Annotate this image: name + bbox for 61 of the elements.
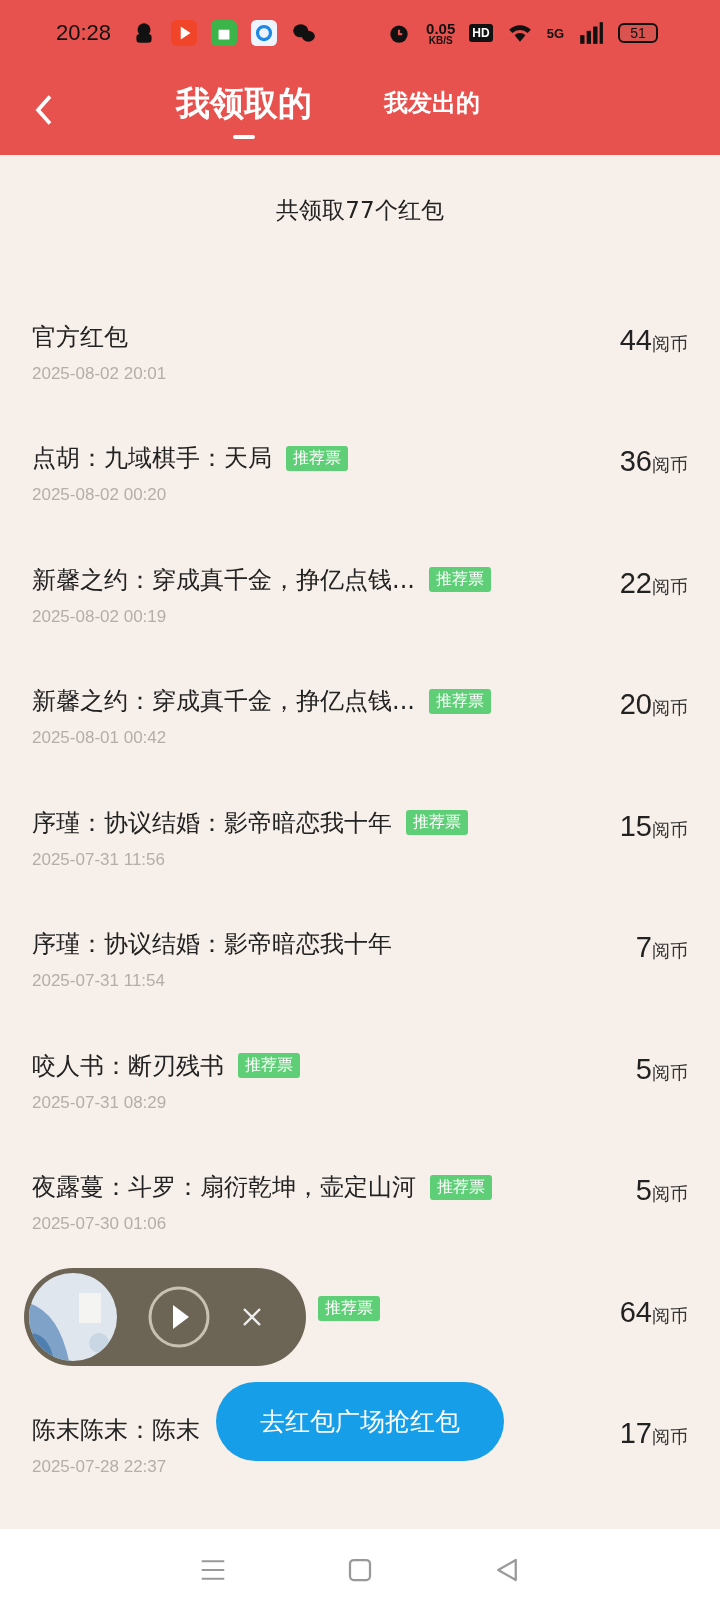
amount: 44 [619, 323, 652, 357]
record-title: 官方红包 [32, 321, 128, 353]
amount-unit: 阅币 [652, 1425, 688, 1450]
record-date: 2025-07-31 08:29 [32, 1092, 168, 1114]
amount: 5 [635, 1174, 652, 1208]
recommend-tag: 推荐票 [406, 810, 468, 836]
speed-unit: KB/S [428, 35, 453, 46]
amount-unit: 阅币 [652, 453, 688, 478]
amount: 64 [619, 1295, 652, 1329]
tab[interactable]: 我领取的 [176, 81, 312, 140]
record-date: 2025-07-30 01:06 [32, 1214, 168, 1236]
record-title: 咬人书：断刃残书 [32, 1050, 224, 1082]
summary-text: 共领取77个红包 [276, 196, 444, 223]
tab[interactable]: 我发出的 [384, 87, 480, 133]
record-title: 夜露蔓：斗罗：扇衍乾坤，壶定山河 [32, 1172, 416, 1204]
network-type: 5G [546, 26, 564, 40]
amount-unit: 阅币 [652, 574, 688, 599]
amount: 17 [619, 1417, 652, 1451]
record-title: 新馨之约：穿成真千金，挣亿点钱... [32, 686, 415, 718]
battery-indicator: 51 [618, 23, 658, 43]
amount: 36 [619, 445, 652, 479]
amount-unit: 阅币 [652, 1303, 688, 1328]
record-date: 2025-07-28 22:37 [32, 1457, 168, 1479]
play-button[interactable] [147, 1285, 211, 1349]
amount: 20 [619, 688, 652, 722]
amount-unit: 阅币 [652, 331, 688, 356]
recommend-tag: 推荐票 [428, 567, 491, 593]
record-date: 2025-07-31 11:54 [32, 971, 166, 993]
play-app-icon [171, 20, 198, 46]
store-app-icon [211, 20, 238, 46]
record-title: 点胡：九域棋手：天局 [32, 443, 272, 475]
record-title: 序瑾：协议结婚：影帝暗恋我十年 [32, 807, 392, 839]
record-date: 2025-08-02 00:19 [32, 606, 168, 628]
record-date: 2025-08-01 00:42 [32, 728, 168, 750]
amount-unit: 阅币 [652, 817, 688, 842]
hd-indicator: HD [469, 24, 493, 42]
record-title: 陈末陈末：陈末 [32, 1415, 200, 1447]
recommend-tag: 推荐票 [428, 688, 491, 714]
status-time: 20:28 [56, 20, 112, 46]
record-date: 2025-07-31 11:56 [32, 849, 166, 871]
amount: 15 [619, 809, 652, 843]
grab-packets-button[interactable]: 去红包广场抢红包 [216, 1382, 504, 1461]
amount: 7 [635, 931, 652, 965]
amount-unit: 阅币 [652, 696, 688, 721]
amount: 22 [619, 566, 652, 600]
record-title: 新馨之约：穿成真千金，挣亿点钱... [32, 564, 415, 596]
record-title: 序瑾：协议结婚：影帝暗恋我十年 [32, 929, 392, 961]
recommend-tag: 推荐票 [318, 1296, 380, 1322]
network-speed: 0.05 [426, 20, 456, 36]
recommend-tag: 推荐票 [238, 1053, 300, 1079]
recommend-tag: 推荐票 [430, 1174, 492, 1200]
amount-unit: 阅币 [652, 939, 688, 964]
amount: 5 [635, 1052, 652, 1086]
amount-unit: 阅币 [652, 1060, 688, 1085]
browser-app-icon [251, 20, 278, 46]
recommend-tag: 推荐票 [286, 445, 348, 471]
record-date: 2025-08-02 20:01 [32, 363, 167, 385]
record-date: 2025-08-02 00:20 [32, 485, 168, 507]
amount-unit: 阅币 [652, 1182, 688, 1207]
signal-icon [578, 20, 604, 46]
close-icon[interactable] [241, 1306, 263, 1328]
